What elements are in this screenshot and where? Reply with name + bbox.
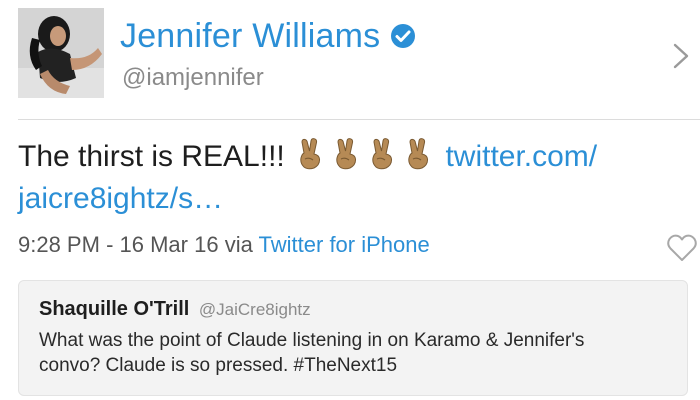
tweet-body: The thirst is REAL!!! [18,140,285,173]
quoted-tweet-name: Shaquille O'Trill [39,298,190,320]
meta-separator: - [106,232,114,257]
display-name[interactable]: Jennifer Williams [120,17,380,56]
avatar[interactable] [18,8,104,98]
tweet-link-line1: twitter.com/ [445,140,598,173]
profile-name-row: Jennifer Williams [120,14,416,58]
victory-hand-icon [368,138,398,170]
tweet-date: 16 Mar 16 [119,232,219,257]
tweet-source-link[interactable]: Twitter for iPhone [259,232,430,257]
quoted-tweet-card[interactable]: Shaquille O'Trill @JaiCre8ightz What was… [18,280,688,396]
verified-badge-icon [390,23,416,49]
victory-hand-icon [296,138,326,170]
victory-hand-icon [332,138,362,170]
quoted-tweet-text: What was the point of Claude listening i… [39,330,585,376]
header-divider [18,119,700,120]
chevron-right-icon[interactable] [672,42,690,70]
tweet-text: The thirst is REAL!!! twitter.com/jaicre… [18,136,688,220]
victory-hand-icon [404,138,434,170]
quoted-tweet-handle: @JaiCre8ightz [198,300,311,319]
tweet-link-line2: jaicre8ightz/s… [18,182,224,215]
quoted-tweet-header: Shaquille O'Trill @JaiCre8ightz [39,297,687,322]
tweet-time: 9:28 PM [18,232,100,257]
tweet-meta: 9:28 PM - 16 Mar 16 via Twitter for iPho… [18,232,430,258]
profile-handle[interactable]: @iamjennifer [122,64,264,92]
via-label: via [224,232,253,257]
heart-icon[interactable] [666,233,698,263]
